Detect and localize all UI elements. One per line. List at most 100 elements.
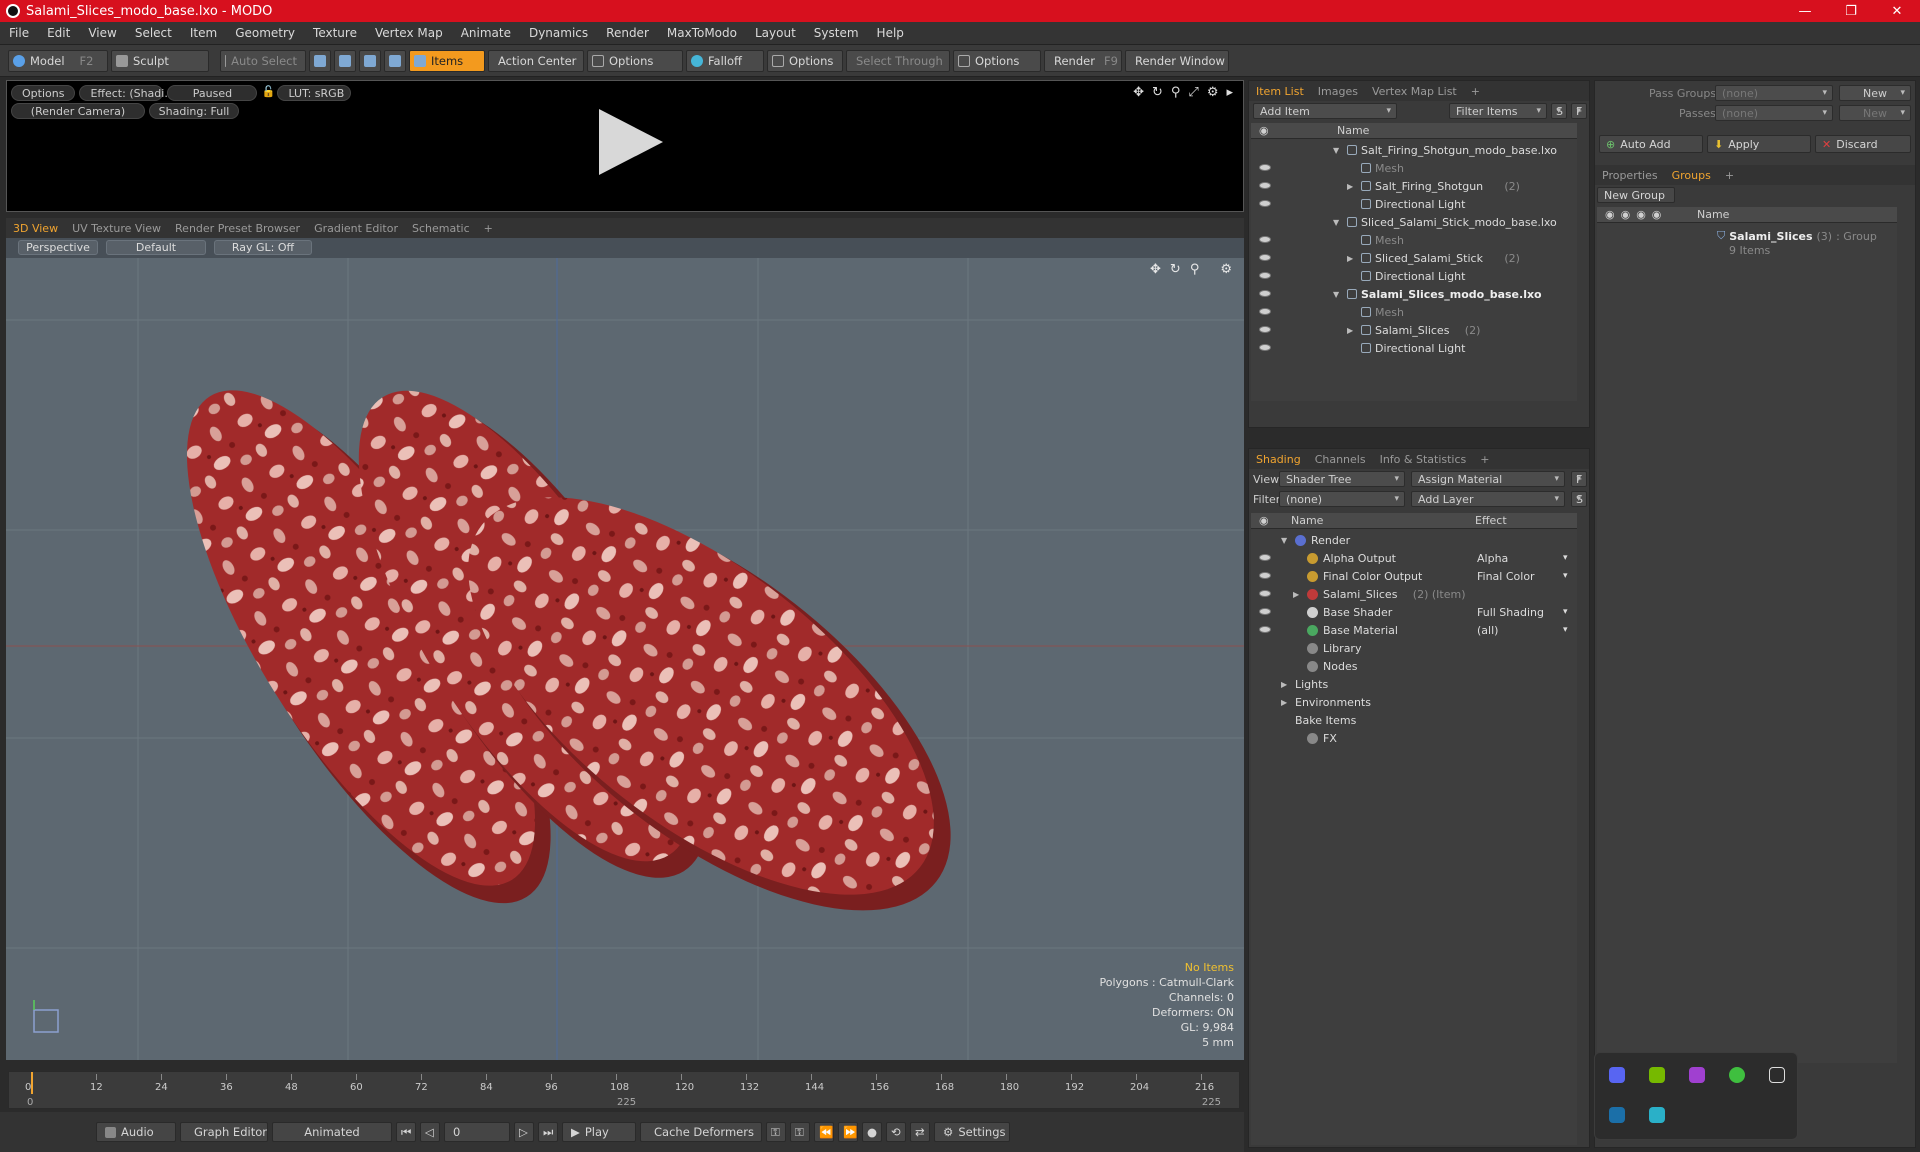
item-row[interactable]: ▼ Sliced_Salami_Stick_modo_base.lxo: [1251, 213, 1577, 231]
effect-dropdown[interactable]: Final Color: [1477, 570, 1573, 583]
passes-dropdown[interactable]: (none): [1715, 105, 1833, 121]
auto-select-button[interactable]: Auto Select: [220, 49, 306, 72]
menu-maxtomodo[interactable]: MaxToModo: [658, 26, 746, 40]
item-row[interactable]: Directional Light: [1251, 195, 1577, 213]
raygl-dropdown[interactable]: Ray GL: Off: [214, 240, 312, 255]
preview-paused-button[interactable]: Paused: [167, 85, 258, 101]
check-icon[interactable]: [1729, 1067, 1745, 1083]
expand-arrow-icon[interactable]: ▼: [1333, 290, 1339, 299]
menu-edit[interactable]: Edit: [38, 26, 79, 40]
auto-add-button[interactable]: ⊕ Auto Add: [1599, 135, 1703, 153]
prev-frame-icon[interactable]: ⏪: [814, 1122, 834, 1142]
new-pass-group-button[interactable]: New: [1839, 85, 1911, 101]
vertices-mode-button[interactable]: [309, 49, 331, 72]
menu-view[interactable]: View: [79, 26, 125, 40]
assign-material-button[interactable]: Assign Material: [1411, 471, 1565, 487]
menu-file[interactable]: File: [0, 26, 38, 40]
model-mode-button[interactable]: Model F2: [8, 49, 108, 72]
item-row[interactable]: Mesh: [1251, 303, 1577, 321]
tab-render-preset-browser[interactable]: Render Preset Browser: [168, 222, 307, 235]
visibility-eye-icon[interactable]: [1259, 200, 1271, 207]
visibility-eye-icon[interactable]: [1259, 608, 1271, 615]
shader-row[interactable]: Final Color Output Final Color ▾: [1251, 567, 1577, 585]
item-row[interactable]: Directional Light: [1251, 267, 1577, 285]
item-list-f-button[interactable]: F: [1571, 103, 1587, 119]
viewport-gear-icon[interactable]: ⚙: [1220, 262, 1232, 277]
menu-layout[interactable]: Layout: [746, 26, 805, 40]
filter-dropdown[interactable]: (none): [1279, 491, 1405, 507]
preview-camera-dropdown[interactable]: (Render Camera): [11, 103, 145, 119]
edges-mode-button[interactable]: [334, 49, 356, 72]
expand-arrow-icon[interactable]: ▶: [1293, 590, 1299, 599]
timeline[interactable]: 0 12 24 36 48 60 72 84 96 108 120 132 144 156 168 180 19…: [8, 1071, 1240, 1109]
minimize-button[interactable]: —: [1782, 0, 1828, 22]
visibility-eye-icon[interactable]: [1259, 182, 1271, 189]
menu-item[interactable]: Item: [181, 26, 226, 40]
shader-row[interactable]: ▶ Salami_Slices (2) (Item): [1251, 585, 1577, 603]
item-row[interactable]: ▼ Salt_Firing_Shotgun_modo_base.lxo: [1251, 141, 1577, 159]
visibility-eye-icon[interactable]: [1259, 554, 1271, 561]
graph-editor-button[interactable]: Graph Editor: [180, 1122, 268, 1142]
tab-images[interactable]: Images: [1311, 85, 1365, 98]
discord-icon[interactable]: [1609, 1067, 1625, 1083]
visibility-eye-icon[interactable]: [1259, 290, 1271, 297]
viewport-rotate-icon[interactable]: ↻: [1170, 262, 1181, 277]
menu-texture[interactable]: Texture: [304, 26, 366, 40]
menu-vertex-map[interactable]: Vertex Map: [366, 26, 452, 40]
visibility-eye-icon[interactable]: [1259, 164, 1271, 171]
shader-row[interactable]: ▶ Lights: [1251, 675, 1577, 693]
gear-icon[interactable]: ⚙: [1207, 85, 1219, 100]
falloff-button[interactable]: Falloff: [686, 49, 764, 72]
add-item-dropdown[interactable]: Add Item: [1253, 103, 1397, 119]
visibility-eye-icon[interactable]: [1259, 236, 1271, 243]
shader-row[interactable]: ▶ Environments: [1251, 693, 1577, 711]
shader-row[interactable]: Alpha Output Alpha ▾: [1251, 549, 1577, 567]
effect-dropdown[interactable]: (all): [1477, 624, 1573, 637]
expand-arrow-icon[interactable]: ▶: [1347, 254, 1353, 263]
menu-system[interactable]: System: [805, 26, 868, 40]
sync-icon[interactable]: ⇄: [910, 1122, 930, 1142]
viewport-move-icon[interactable]: ✥: [1150, 262, 1161, 277]
effect-dropdown[interactable]: Alpha: [1477, 552, 1573, 565]
expand-arrow-icon[interactable]: ▶: [1281, 698, 1287, 707]
visibility-eye-icon[interactable]: [1259, 326, 1271, 333]
shading-f-button[interactable]: F: [1571, 471, 1587, 487]
add-tab-button[interactable]: +: [1718, 169, 1741, 182]
preview-lut-dropdown[interactable]: LUT: sRGB: [277, 85, 352, 101]
effect-dropdown[interactable]: Full Shading: [1477, 606, 1573, 619]
zoom-view-icon[interactable]: ⚲: [1171, 85, 1181, 100]
action-center-button[interactable]: Action Center: [488, 49, 584, 72]
perspective-dropdown[interactable]: Perspective: [18, 240, 98, 255]
key-icon[interactable]: ⚿: [766, 1122, 786, 1142]
item-row[interactable]: Mesh: [1251, 231, 1577, 249]
shader-row[interactable]: ▼ Render: [1251, 531, 1577, 549]
shader-row[interactable]: Nodes: [1251, 657, 1577, 675]
render-window-button[interactable]: Render Window: [1125, 49, 1229, 72]
tab-schematic[interactable]: Schematic: [405, 222, 477, 235]
tab-groups[interactable]: Groups: [1665, 169, 1718, 182]
next-key-icon[interactable]: ▷: [514, 1122, 534, 1142]
shading-s-button[interactable]: S: [1571, 491, 1587, 507]
chevron-down-icon[interactable]: ▾: [1563, 553, 1568, 563]
menu-render[interactable]: Render: [597, 26, 658, 40]
play-button[interactable]: ▶ Play: [562, 1122, 636, 1142]
rotate-view-icon[interactable]: ↻: [1152, 85, 1163, 100]
item-row[interactable]: ▶ Salt_Firing_Shotgun (2): [1251, 177, 1577, 195]
settings-button[interactable]: ⚙ Settings: [934, 1122, 1010, 1142]
tab-properties[interactable]: Properties: [1595, 169, 1665, 182]
default-shading-dropdown[interactable]: Default: [106, 240, 206, 255]
materials-mode-button[interactable]: [384, 49, 406, 72]
item-row[interactable]: Directional Light: [1251, 339, 1577, 357]
shader-row[interactable]: Base Material (all) ▾: [1251, 621, 1577, 639]
visibility-eye-icon[interactable]: [1259, 572, 1271, 579]
tab-3d-view[interactable]: 3D View: [6, 222, 65, 235]
audio-button[interactable]: Audio: [96, 1122, 176, 1142]
prev-key-icon[interactable]: ◁: [420, 1122, 440, 1142]
monitor-tray-icon[interactable]: [1649, 1107, 1665, 1123]
visibility-eye-icon[interactable]: [1259, 590, 1271, 597]
expand-arrow-icon[interactable]: ▶: [1347, 326, 1353, 335]
play-preview-icon[interactable]: [599, 109, 663, 175]
3d-viewport[interactable]: ✥ ↻ ⚲ ⚙ No Items Polygons : Catmull-Clar…: [6, 258, 1244, 1060]
shader-row[interactable]: FX: [1251, 729, 1577, 747]
loop-icon[interactable]: ⟲: [886, 1122, 906, 1142]
